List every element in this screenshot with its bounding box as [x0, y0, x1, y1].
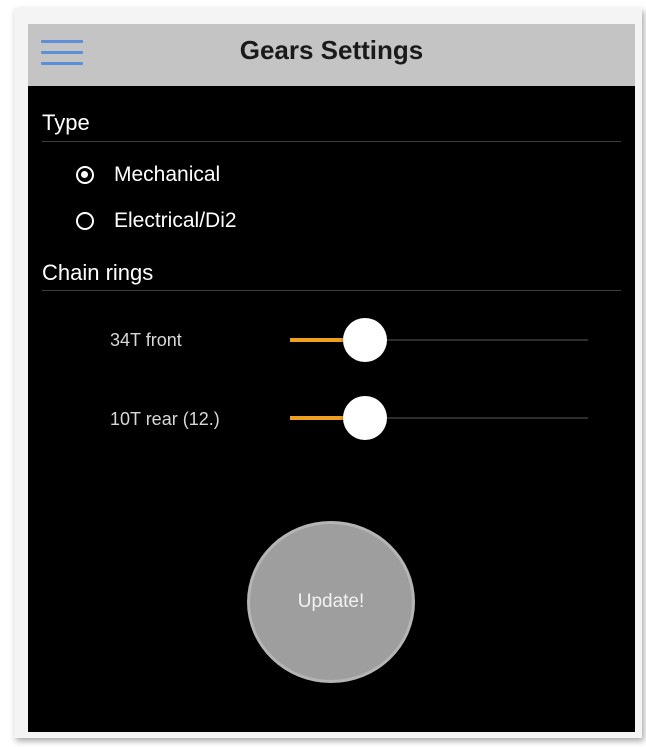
rear-cog-slider[interactable] — [290, 396, 588, 440]
slider-thumb[interactable] — [343, 396, 387, 440]
radio-button-checked-icon[interactable] — [76, 166, 94, 184]
update-button[interactable]: Update! — [247, 521, 415, 683]
radio-option-electrical[interactable]: Electrical/Di2 — [76, 206, 237, 236]
chain-rings-section-label: Chain rings — [42, 260, 154, 285]
type-section-divider — [42, 141, 621, 142]
front-chainring-label: 34T front — [110, 330, 182, 350]
header-bar: Gears Settings — [28, 24, 635, 86]
slider-thumb[interactable] — [343, 318, 387, 362]
radio-option-mechanical[interactable]: Mechanical — [76, 160, 220, 190]
radio-label-electrical: Electrical/Di2 — [114, 209, 237, 232]
front-chainring-slider[interactable] — [290, 318, 588, 362]
app-screen: Gears Settings Type Mechanical Electrica… — [28, 24, 635, 732]
rear-cog-label: 10T rear (12.) — [110, 409, 220, 429]
update-button-label: Update! — [297, 591, 365, 612]
radio-button-unchecked-icon[interactable] — [76, 212, 94, 230]
type-section-label: Type — [42, 110, 90, 135]
radio-label-mechanical: Mechanical — [114, 163, 221, 186]
page-title: Gears Settings — [239, 35, 424, 65]
chain-rings-section-divider — [42, 290, 621, 291]
hamburger-menu-icon[interactable] — [41, 38, 83, 70]
